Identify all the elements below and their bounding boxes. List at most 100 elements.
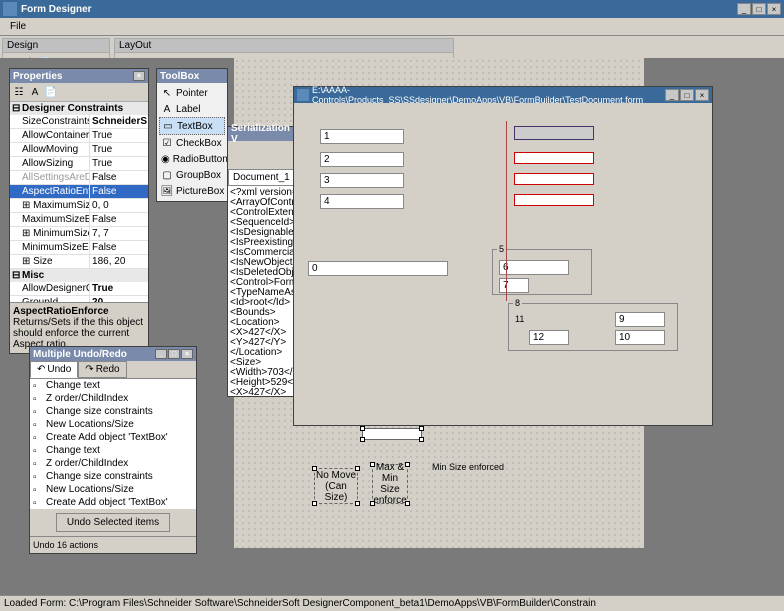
doc-close-button[interactable]: × [695, 89, 709, 101]
constraint-maxmin[interactable]: Max & Min Size enforce [372, 464, 408, 504]
undo-item[interactable]: ▫Change size constraints [30, 470, 196, 483]
property-row[interactable]: SizeConstraintsSchneiderS [10, 115, 148, 129]
undo-titlebar[interactable]: Multiple Undo/Redo _ □ × [30, 347, 196, 361]
textbox-4b[interactable] [514, 194, 594, 206]
property-row[interactable]: AllowContainerChangeTrue [10, 129, 148, 143]
textbox-7[interactable]: 7 [499, 278, 529, 293]
property-value[interactable]: True [90, 282, 148, 295]
property-value[interactable]: 20 [90, 296, 148, 302]
prop-alpha-icon[interactable]: A [28, 85, 42, 99]
property-row[interactable]: MaximumSizeEnforceFalse [10, 213, 148, 227]
design-surface-2[interactable] [362, 428, 422, 440]
property-value[interactable]: True [90, 157, 148, 170]
doc-minimize-button[interactable]: _ [665, 89, 679, 101]
toolbox-titlebar[interactable]: ToolBox [157, 69, 227, 83]
property-value[interactable]: 0, 0 [90, 199, 148, 212]
textbox-3b[interactable] [514, 173, 594, 185]
menu-file[interactable]: File [4, 19, 32, 34]
prop-cat-designer[interactable]: ⊟ Designer Constraints [10, 102, 148, 115]
textbox-10[interactable]: 10 [615, 330, 665, 345]
undo-item[interactable]: ▫New Locations/Size [30, 483, 196, 496]
textbox-2b[interactable] [514, 152, 594, 164]
undo-item-label: Change text [46, 380, 100, 391]
document-canvas[interactable]: 1 2 3 4 0 5 6 7 8 11 9 12 10 [294, 103, 712, 425]
toolbox-item-picturebox[interactable]: 🖼PictureBox [159, 183, 225, 199]
undo-item[interactable]: ▫Create Add object 'TextBox' [30, 431, 196, 444]
groupbox-8[interactable]: 8 11 9 12 10 [508, 303, 678, 351]
textbox-6[interactable]: 6 [499, 260, 569, 275]
property-row[interactable]: AllowMovingTrue [10, 143, 148, 157]
property-value[interactable]: True [90, 143, 148, 156]
serial-tab-1[interactable]: Document_1 [228, 169, 295, 186]
maximize-button[interactable]: □ [752, 3, 766, 15]
property-value[interactable]: SchneiderS [90, 115, 148, 128]
undo-tab-undo[interactable]: ↶Undo [30, 361, 78, 378]
property-value[interactable]: False [90, 213, 148, 226]
property-name: AllowMoving [10, 143, 90, 156]
document-titlebar[interactable]: E:\AAAA-Controls\Products_SS\SSdesigner\… [294, 87, 712, 103]
property-row[interactable]: ⊞ MaximumSize0, 0 [10, 199, 148, 213]
undo-close-button[interactable]: × [181, 349, 193, 359]
undo-tab-redo[interactable]: ↷Redo [78, 361, 126, 378]
undo-list[interactable]: ▫Change text▫Z order/ChildIndex▫Change s… [30, 379, 196, 509]
combo-1[interactable] [514, 126, 594, 140]
property-value[interactable]: True [90, 129, 148, 142]
undo-panel: Multiple Undo/Redo _ □ × ↶Undo ↷Redo ▫Ch… [29, 346, 197, 554]
property-value[interactable]: 7, 7 [90, 227, 148, 240]
expander-icon[interactable]: ⊟ [12, 270, 22, 281]
undo-item[interactable]: ▫Change text [30, 379, 196, 392]
property-row[interactable]: AspectRatioEnforceFalse [10, 185, 148, 199]
property-value[interactable]: 186, 20 [90, 255, 148, 268]
toolbox-item-pointer[interactable]: ↖Pointer [159, 85, 225, 101]
undo-item[interactable]: ▫Z order/ChildIndex [30, 392, 196, 405]
prop-categorize-icon[interactable]: ☷ [12, 85, 26, 99]
properties-grid[interactable]: ⊟ Designer Constraints SizeConstraintsSc… [10, 102, 148, 302]
property-row[interactable]: ⊞ MinimumSize7, 7 [10, 227, 148, 241]
property-row[interactable]: GroupId20 [10, 296, 148, 302]
textbox-4[interactable]: 4 [320, 194, 404, 209]
property-row[interactable]: MinimumSizeEnforceFalse [10, 241, 148, 255]
textbox-3[interactable]: 3 [320, 173, 404, 188]
properties-titlebar[interactable]: Properties × [10, 69, 148, 83]
undo-item-label: Create Add object 'TextBox' [46, 497, 168, 508]
textbox-0[interactable]: 0 [308, 261, 448, 276]
textbox-2[interactable]: 2 [320, 152, 404, 167]
toolbox-item-radio[interactable]: ◉RadioButton [159, 151, 225, 167]
undo-item-label: Change size constraints [46, 471, 153, 482]
expander-icon[interactable]: ⊟ [12, 103, 22, 114]
property-row[interactable]: AllowSizingTrue [10, 157, 148, 171]
property-value[interactable]: False [90, 185, 148, 198]
close-button[interactable]: × [767, 3, 781, 15]
undo-selected-button[interactable]: Undo Selected items [56, 513, 170, 532]
xml-view[interactable]: <?xml version="1.0"<ArrayOfControlExt <C… [228, 186, 294, 396]
textbox-9[interactable]: 9 [615, 312, 665, 327]
properties-close-button[interactable]: × [133, 71, 145, 81]
toolbox-item-groupbox[interactable]: ▢GroupBox [159, 167, 225, 183]
undo-item[interactable]: ▫Z order/ChildIndex [30, 457, 196, 470]
prop-cat-misc[interactable]: ⊟ Misc [10, 269, 148, 282]
serialization-titlebar[interactable]: Serialization V [228, 127, 294, 141]
undo-item[interactable]: ▫Change size constraints [30, 405, 196, 418]
textbox-1[interactable]: 1 [320, 129, 404, 144]
prop-page-icon[interactable]: 📄 [44, 85, 58, 99]
property-name: AllowContainerChange [10, 129, 90, 142]
undo-item[interactable]: ▫Create Add object 'TextBox' [30, 496, 196, 509]
textbox-12[interactable]: 12 [529, 330, 569, 345]
window-buttons: _ □ × [737, 3, 781, 15]
property-row[interactable]: AllowDesignerChangesTrue [10, 282, 148, 296]
undo-min-button[interactable]: _ [155, 349, 167, 359]
undo-max-button[interactable]: □ [168, 349, 180, 359]
property-value[interactable]: False [90, 241, 148, 254]
toolbox-item-textbox[interactable]: ▭TextBox [159, 117, 225, 135]
property-row[interactable]: AllSettingsAreDefaultsFalse [10, 171, 148, 185]
toolbox-item-checkbox[interactable]: ☑CheckBox [159, 135, 225, 151]
property-value[interactable]: False [90, 171, 148, 184]
doc-maximize-button[interactable]: □ [680, 89, 694, 101]
groupbox-5[interactable]: 5 6 7 [492, 249, 592, 295]
undo-item[interactable]: ▫New Locations/Size [30, 418, 196, 431]
toolbox-item-label[interactable]: ALabel [159, 101, 225, 117]
property-row[interactable]: ⊞ Size186, 20 [10, 255, 148, 269]
constraint-nomove[interactable]: No Move (Can Size) [314, 468, 358, 504]
undo-item[interactable]: ▫Change text [30, 444, 196, 457]
minimize-button[interactable]: _ [737, 3, 751, 15]
